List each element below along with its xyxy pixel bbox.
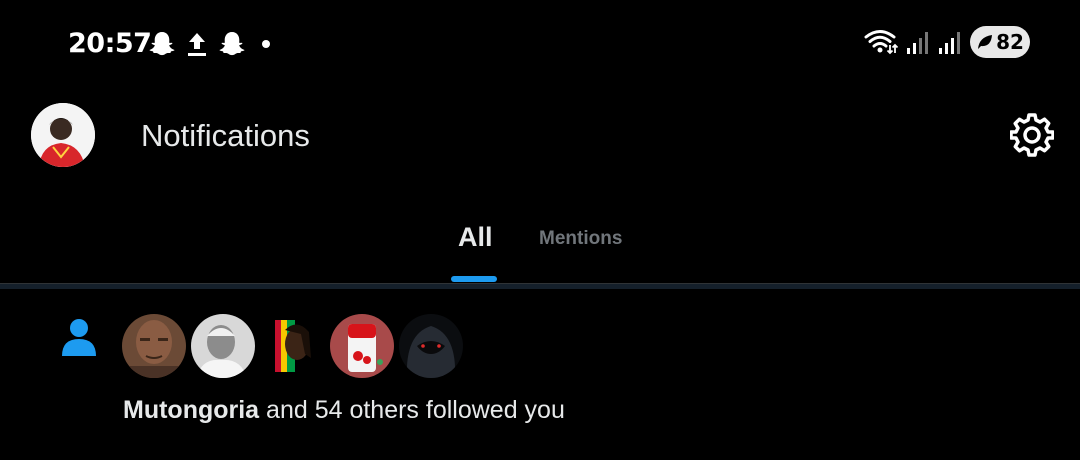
avatar[interactable] — [31, 103, 95, 167]
follower-avatar[interactable] — [191, 314, 255, 378]
follower-avatar[interactable] — [330, 314, 394, 378]
active-tab-indicator — [451, 276, 497, 282]
dot-icon — [262, 40, 270, 48]
status-system-icons: 82 — [864, 26, 1030, 58]
top-app-bar: Notifications — [0, 100, 1080, 172]
signal-icon — [907, 32, 928, 54]
notification-text: Mutongoria and 54 others followed you — [123, 396, 565, 425]
page-title: Notifications — [141, 118, 310, 153]
status-time: 20:57 — [68, 28, 152, 59]
follower-avatar[interactable] — [399, 314, 463, 378]
snapchat-icon — [219, 32, 245, 56]
battery-icon: 82 — [970, 26, 1030, 58]
tab-divider — [0, 283, 1080, 289]
tab-all[interactable]: All — [458, 222, 493, 253]
follower-avatar[interactable] — [261, 314, 325, 378]
leaf-icon — [978, 35, 993, 49]
person-icon — [62, 319, 96, 356]
follower-avatar[interactable] — [122, 314, 186, 378]
notification-tabs: All Mentions — [0, 210, 1080, 290]
status-notification-icons — [148, 30, 270, 58]
upload-icon — [188, 33, 206, 56]
status-bar: 20:57 82 — [0, 0, 1080, 88]
notification-item[interactable]: Mutongoria and 54 others followed you — [0, 300, 1080, 460]
tab-mentions[interactable]: Mentions — [539, 228, 622, 250]
notification-message: and 54 others followed you — [259, 396, 565, 424]
signal-icon — [939, 32, 960, 54]
notification-user[interactable]: Mutongoria — [123, 396, 259, 424]
battery-level: 82 — [996, 30, 1024, 54]
snapchat-icon — [149, 32, 175, 56]
settings-icon[interactable] — [1009, 113, 1055, 157]
wifi-icon — [864, 30, 898, 55]
